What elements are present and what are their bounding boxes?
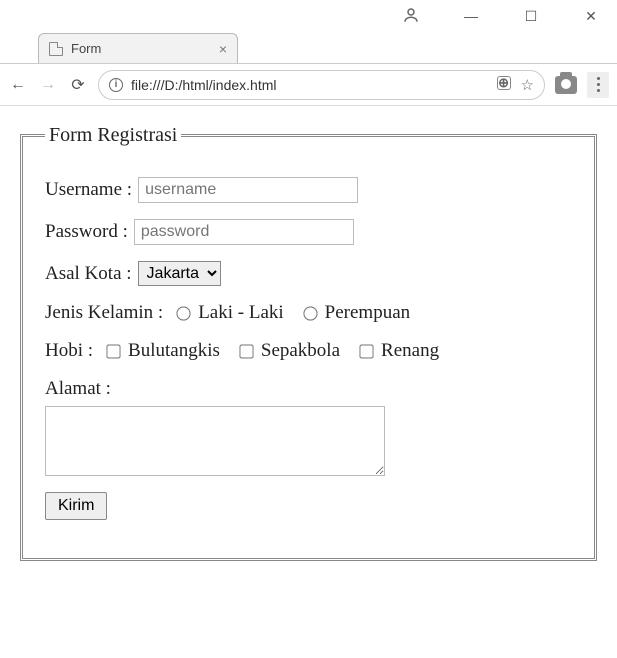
window-controls: — ☐ ✕ bbox=[0, 0, 617, 32]
badminton-label: Bulutangkis bbox=[128, 340, 220, 362]
password-label: Password : bbox=[45, 221, 128, 243]
page-content: Form Registrasi Username : Password : As… bbox=[0, 106, 617, 579]
radio-male[interactable] bbox=[177, 306, 191, 320]
star-icon[interactable]: ☆ bbox=[521, 76, 534, 94]
row-address: Alamat : bbox=[45, 378, 572, 476]
maximize-button[interactable]: ☐ bbox=[513, 8, 549, 25]
menu-button[interactable] bbox=[587, 72, 609, 98]
browser-tab[interactable]: Form × bbox=[38, 33, 238, 63]
url-text: file:///D:/html/index.html bbox=[131, 77, 489, 93]
user-icon[interactable] bbox=[393, 6, 429, 27]
gender-label: Jenis Kelamin : bbox=[45, 302, 163, 324]
swimming-label: Renang bbox=[381, 340, 439, 362]
address-bar[interactable]: i file:///D:/html/index.html ⊕ ☆ bbox=[98, 70, 545, 100]
row-submit: Kirim bbox=[45, 492, 572, 520]
radio-female[interactable] bbox=[303, 306, 317, 320]
file-icon bbox=[49, 42, 63, 56]
registration-form: Form Registrasi Username : Password : As… bbox=[20, 124, 597, 561]
checkbox-football[interactable] bbox=[239, 344, 253, 358]
tab-bar: Form × bbox=[0, 32, 617, 64]
camera-icon[interactable] bbox=[555, 76, 577, 94]
close-window-button[interactable]: ✕ bbox=[573, 8, 609, 25]
username-input[interactable] bbox=[138, 177, 358, 203]
forward-button[interactable]: → bbox=[38, 76, 58, 94]
username-label: Username : bbox=[45, 179, 132, 201]
tab-close-button[interactable]: × bbox=[219, 41, 227, 57]
row-username: Username : bbox=[45, 177, 572, 203]
football-label: Sepakbola bbox=[261, 340, 340, 362]
tab-title: Form bbox=[71, 41, 101, 56]
city-select[interactable]: Jakarta bbox=[138, 261, 221, 286]
row-hobby: Hobi : Bulutangkis Sepakbola Renang bbox=[45, 340, 572, 362]
minimize-button[interactable]: — bbox=[453, 8, 489, 24]
zoom-icon[interactable]: ⊕ bbox=[497, 76, 511, 90]
address-bar-row: ← → ⟳ i file:///D:/html/index.html ⊕ ☆ bbox=[0, 64, 617, 106]
info-icon[interactable]: i bbox=[109, 78, 123, 92]
submit-button[interactable]: Kirim bbox=[45, 492, 107, 520]
form-legend: Form Registrasi bbox=[45, 124, 181, 147]
address-textarea[interactable] bbox=[45, 406, 385, 476]
row-city: Asal Kota : Jakarta bbox=[45, 261, 572, 286]
row-gender: Jenis Kelamin : Laki - Laki Perempuan bbox=[45, 302, 572, 324]
row-password: Password : bbox=[45, 219, 572, 245]
city-label: Asal Kota : bbox=[45, 263, 132, 285]
reload-button[interactable]: ⟳ bbox=[68, 75, 88, 95]
male-label: Laki - Laki bbox=[198, 302, 283, 324]
checkbox-swimming[interactable] bbox=[359, 344, 373, 358]
hobby-label: Hobi : bbox=[45, 340, 93, 362]
back-button[interactable]: ← bbox=[8, 76, 28, 94]
female-label: Perempuan bbox=[325, 302, 410, 324]
address-label: Alamat : bbox=[45, 378, 111, 399]
checkbox-badminton[interactable] bbox=[106, 344, 120, 358]
password-input[interactable] bbox=[134, 219, 354, 245]
